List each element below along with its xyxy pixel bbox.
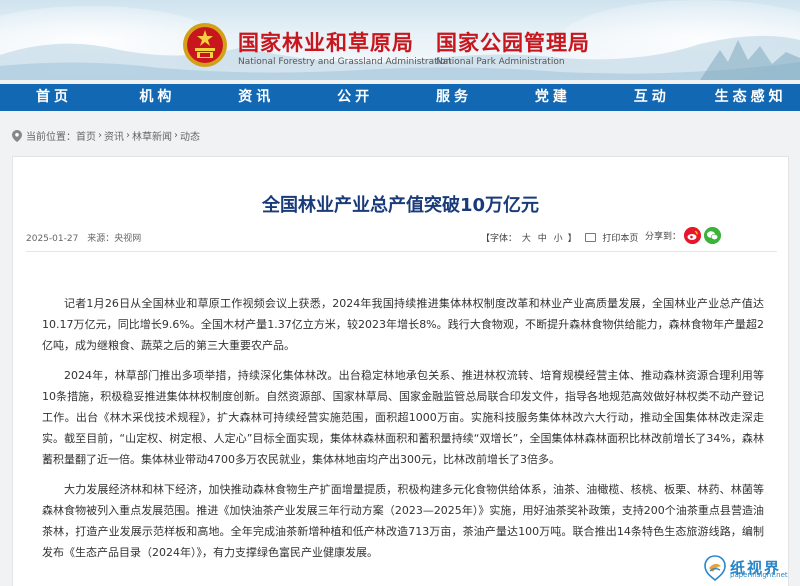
share-bar: 分享到： xyxy=(645,227,722,244)
weibo-share-icon[interactable] xyxy=(684,227,702,244)
article-paragraph: 2024年，林草部门推出多项举措，持续深化集体林改。出台稳定林地承包关系、推进林… xyxy=(42,369,764,466)
org-name-parks-en: National Park Administration xyxy=(436,57,565,67)
nav-item-services[interactable]: 服务 xyxy=(405,84,504,111)
article-source: 来源：央视网 xyxy=(87,234,142,244)
nav-item-news[interactable]: 资讯 xyxy=(207,84,306,111)
font-size-label: 【字体： xyxy=(481,234,518,244)
nav-item-ecology[interactable]: 生态感知 xyxy=(701,84,800,111)
main-nav: 首页 机构 资讯 公开 服务 党建 互动 生态感知 xyxy=(0,84,800,111)
breadcrumb-news[interactable]: 资讯 xyxy=(104,128,124,143)
breadcrumb-separator: › xyxy=(98,130,102,141)
article-card: 全国林业产业总产值突破10万亿元 2025-01-27 来源：央视网 【字体： … xyxy=(12,156,789,586)
font-size-close: 】 xyxy=(567,234,577,244)
org-name-forestry: 国家林业和草原局 xyxy=(238,31,414,55)
article-date: 2025-01-27 xyxy=(26,234,79,244)
article-tools: 【字体： 大 中 小 】 打印本页 xyxy=(481,231,638,244)
font-size-large[interactable]: 大 xyxy=(522,234,531,244)
nav-item-organization[interactable]: 机构 xyxy=(108,84,207,111)
nav-item-interaction[interactable]: 互动 xyxy=(602,84,701,111)
font-size-medium[interactable]: 中 xyxy=(538,234,547,244)
location-pin-icon xyxy=(12,129,22,142)
site-header-banner: 国家林业和草原局 National Forestry and Grassland… xyxy=(0,0,800,80)
paperinsight-logo-icon xyxy=(704,555,726,581)
nav-item-party[interactable]: 党建 xyxy=(503,84,602,111)
share-label: 分享到： xyxy=(645,232,682,242)
breadcrumb-label: 当前位置： xyxy=(26,132,76,143)
breadcrumb: 当前位置： 首页 › 资讯 › 林草新闻 › 动态 xyxy=(12,128,200,143)
article-title: 全国林业产业总产值突破10万亿元 xyxy=(261,195,540,216)
breadcrumb-separator: › xyxy=(174,130,178,141)
font-size-small[interactable]: 小 xyxy=(554,234,563,244)
print-icon[interactable] xyxy=(585,233,597,242)
breadcrumb-home[interactable]: 首页 xyxy=(76,128,96,143)
article-paragraph: 大力发展经济林和林下经济，加快推动森林食物生产扩面增量提质，积极构建多元化食物供… xyxy=(42,483,764,559)
nav-item-public[interactable]: 公开 xyxy=(306,84,405,111)
article-paragraph: 记者1月26日从全国林业和草原工作视频会议上获悉，2024年我国持续推进集体林权… xyxy=(42,297,764,352)
print-link[interactable]: 打印本页 xyxy=(602,234,638,244)
article-meta: 2025-01-27 来源：央视网 xyxy=(26,231,147,244)
national-emblem-icon xyxy=(183,23,227,67)
nav-item-home[interactable]: 首页 xyxy=(0,84,108,111)
wechat-share-icon[interactable] xyxy=(704,227,722,244)
breadcrumb-updates[interactable]: 动态 xyxy=(180,128,200,143)
watermark-url: paperinsight.net xyxy=(730,571,788,579)
article-body: 记者1月26日从全国林业和草原工作视频会议上获悉，2024年我国持续推进集体林权… xyxy=(42,293,764,572)
org-name-parks: 国家公园管理局 xyxy=(436,31,590,55)
org-name-forestry-en: National Forestry and Grassland Administ… xyxy=(238,57,452,67)
breadcrumb-forestry-news[interactable]: 林草新闻 xyxy=(132,128,172,143)
breadcrumb-separator: › xyxy=(126,130,130,141)
meta-divider xyxy=(26,251,777,252)
